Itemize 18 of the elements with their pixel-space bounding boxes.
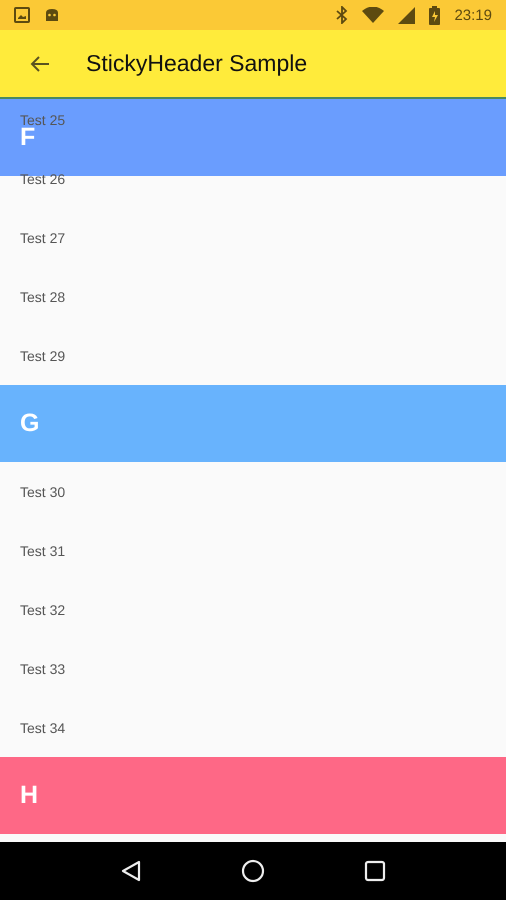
status-time: 23:19 bbox=[454, 6, 492, 24]
robot-icon bbox=[44, 7, 60, 23]
image-notification-icon bbox=[14, 7, 30, 23]
list-item[interactable]: Test 32 bbox=[20, 602, 66, 618]
app-title: StickyHeader Sample bbox=[86, 50, 308, 77]
section-letter: H bbox=[20, 781, 38, 810]
list-item[interactable]: Test 34 bbox=[20, 720, 66, 736]
list-item[interactable]: Test 31 bbox=[20, 542, 66, 558]
signal-icon bbox=[398, 6, 416, 24]
list-item[interactable]: Test 33 bbox=[20, 660, 66, 676]
list-item[interactable]: Test 27 bbox=[20, 230, 66, 246]
list-item[interactable]: Test 29 bbox=[20, 348, 66, 364]
list-item[interactable]: Test 28 bbox=[20, 288, 66, 304]
battery-icon bbox=[429, 6, 440, 24]
section-letter: G bbox=[20, 409, 40, 438]
list-item[interactable]: Test 30 bbox=[20, 484, 66, 500]
wifi-icon bbox=[362, 7, 384, 23]
bluetooth-icon bbox=[336, 6, 348, 24]
